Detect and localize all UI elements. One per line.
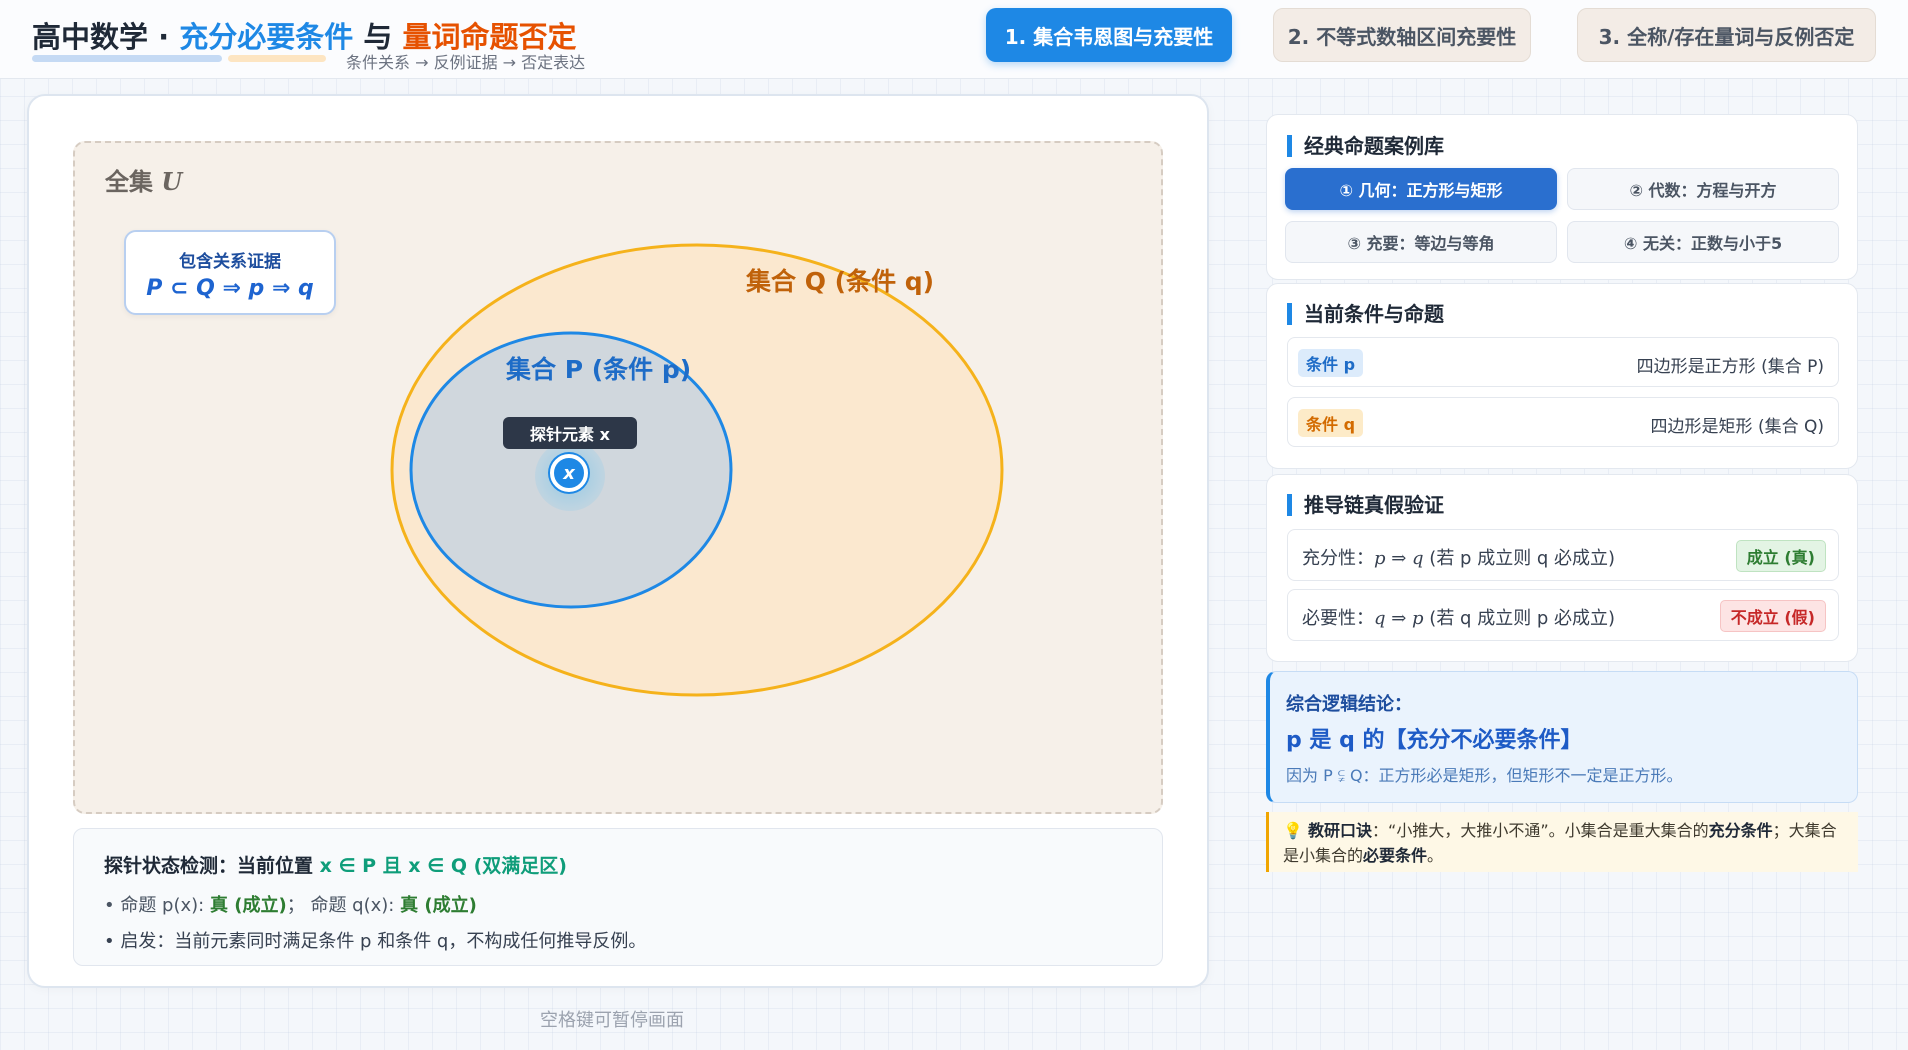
pause-hint: 空格键可暂停画面	[540, 1010, 684, 1031]
sufficiency-verdict-badge: 成立 (真)	[1735, 540, 1826, 572]
sufficiency-text: 充分性：p ⇒ q (若 p 成立则 q 必成立)	[1302, 544, 1615, 570]
conclusion-heading: 综合逻辑结论：	[1286, 694, 1412, 715]
status-q-label: ； 命题 q(x):	[286, 895, 401, 916]
inclusion-proof-box: 包含关系证据 P ⊂ Q ⇒ p ⇒ q	[124, 230, 336, 315]
probe-handle[interactable]: x	[550, 454, 588, 492]
case-unrelated-button[interactable]: ④ 无关：正数与小于5	[1567, 221, 1839, 263]
proof-title: 包含关系证据	[179, 252, 281, 272]
case-algebra-button[interactable]: ② 代数：方程与开方	[1567, 168, 1839, 210]
status-p-value: 真 (成立)	[209, 895, 287, 916]
condition-q-badge: 条件 q	[1298, 409, 1364, 437]
tip-text-1: ：“小推大，大推小不通”。小集合是重大集合的	[1372, 821, 1709, 840]
sufficiency-desc: (若 p 成立则 q 必成立)	[1423, 548, 1616, 569]
case-library-title: 经典命题案例库	[1287, 135, 1444, 157]
conclusion-statement: p 是 q 的【充分不必要条件】	[1286, 728, 1583, 753]
status-proposition-line: • 命题 p(x): 真 (成立)； 命题 q(x): 真 (成立)	[104, 891, 477, 917]
inference-chain-title: 推导链真假验证	[1287, 494, 1444, 516]
necessity-formula: q ⇒ p	[1374, 608, 1424, 629]
necessity-text: 必要性：q ⇒ p (若 q 成立则 p 必成立)	[1302, 604, 1615, 630]
sufficiency-formula: p ⇒ q	[1374, 548, 1424, 569]
condition-p-text: 四边形是正方形 (集合 P)	[1636, 357, 1824, 377]
status-q-value: 真 (成立)	[400, 895, 477, 916]
condition-q-row: 条件 q 四边形是矩形 (集合 Q)	[1287, 397, 1839, 447]
status-insight-line: • 启发：当前元素同时满足条件 p 和条件 q，不构成任何推导反例。	[104, 931, 647, 952]
case-library-panel: 经典命题案例库 ① 几何：正方形与矩形 ② 代数：方程与开方 ③ 充要：等边与等…	[1266, 114, 1858, 280]
necessity-desc: (若 q 成立则 p 必成立)	[1423, 608, 1616, 629]
conclusion-note: 因为 P ⫋ Q：正方形必是矩形，但矩形不一定是正方形。	[1286, 766, 1683, 785]
logic-conclusion-box: 综合逻辑结论： p 是 q 的【充分不必要条件】 因为 P ⫋ Q：正方形必是矩…	[1266, 671, 1858, 803]
case-equivalence-button[interactable]: ③ 充要：等边与等角	[1285, 221, 1557, 263]
conditions-panel: 当前条件与命题 条件 p 四边形是正方形 (集合 P) 条件 q 四边形是矩形 …	[1266, 283, 1858, 469]
set-q-label: 集合 Q (条件 q)	[746, 267, 935, 296]
necessity-row: 必要性：q ⇒ p (若 q 成立则 p 必成立) 不成立 (假)	[1287, 589, 1839, 641]
condition-p-row: 条件 p 四边形是正方形 (集合 P)	[1287, 337, 1839, 387]
tip-text-3: 。	[1427, 846, 1444, 865]
proof-formula: P ⊂ Q ⇒ p ⇒ q	[146, 276, 314, 301]
necessity-verdict-badge: 不成立 (假)	[1719, 600, 1826, 632]
probe-tooltip: 探针元素 x	[503, 417, 637, 449]
status-p-label: • 命题 p(x):	[104, 895, 210, 916]
necessity-label: 必要性：	[1302, 608, 1374, 629]
conditions-title: 当前条件与命题	[1287, 303, 1444, 325]
tip-label: 教研口诀	[1308, 821, 1373, 840]
inference-chain-panel: 推导链真假验证 充分性：p ⇒ q (若 p 成立则 q 必成立) 成立 (真)…	[1266, 474, 1858, 662]
case-geometry-button[interactable]: ① 几何：正方形与矩形	[1285, 168, 1557, 210]
set-p-label: 集合 P (条件 p)	[506, 355, 692, 384]
tip-bold-1: 充分条件	[1708, 821, 1773, 840]
condition-p-badge: 条件 p	[1298, 349, 1364, 377]
teaching-tip: 💡 教研口诀：“小推大，大推小不通”。小集合是重大集合的充分条件；大集合是小集合…	[1266, 812, 1858, 872]
sufficiency-label: 充分性：	[1302, 548, 1374, 569]
probe-status-panel: 探针状态检测：当前位置 x ∈ P 且 x ∈ Q (双满足区) • 命题 p(…	[73, 828, 1163, 966]
condition-q-text: 四边形是矩形 (集合 Q)	[1650, 417, 1824, 437]
status-position-value: x ∈ P 且 x ∈ Q (双满足区)	[319, 855, 567, 877]
status-position-label: 探针状态检测：当前位置	[104, 855, 320, 877]
lightbulb-icon: 💡	[1283, 821, 1303, 840]
status-position-line: 探针状态检测：当前位置 x ∈ P 且 x ∈ Q (双满足区)	[104, 851, 567, 878]
sufficiency-row: 充分性：p ⇒ q (若 p 成立则 q 必成立) 成立 (真)	[1287, 529, 1839, 581]
tip-bold-2: 必要条件	[1363, 846, 1428, 865]
